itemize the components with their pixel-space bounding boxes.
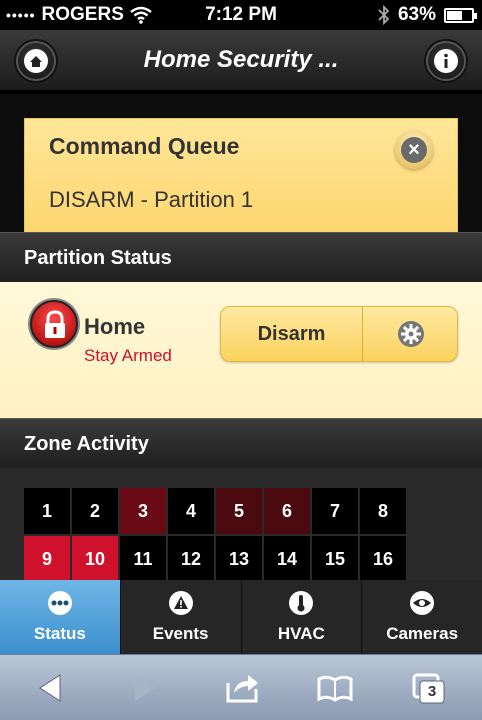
info-button[interactable] [426, 41, 466, 81]
zone-cell[interactable]: 5 [216, 488, 262, 534]
zone-cell[interactable]: 7 [312, 488, 358, 534]
partition-state: Stay Armed [84, 346, 172, 365]
tab-cameras-label: Cameras [386, 624, 459, 643]
battery-fill [447, 10, 463, 20]
app-header: Home Security ... [0, 30, 482, 92]
share-icon[interactable] [222, 669, 262, 707]
command-queue-title: Command Queue [49, 133, 240, 159]
zone-panel: 1 2 3 4 5 6 7 8 9 10 11 12 13 14 15 16 [0, 468, 482, 582]
tabs-count: 3 [427, 683, 437, 700]
partition-status-header: Partition Status [0, 232, 482, 282]
app-title: Home Security ... [143, 46, 339, 73]
close-icon: × [401, 137, 427, 163]
bookmarks-icon[interactable] [315, 669, 355, 707]
warning-icon [168, 591, 193, 615]
command-queue-panel: Command Queue DISARM - Partition 1 × [24, 118, 458, 234]
zone-cell[interactable]: 11 [120, 536, 166, 582]
tab-hvac[interactable]: HVAC [242, 580, 363, 654]
dots-icon [47, 591, 72, 615]
zone-cell[interactable]: 4 [168, 488, 214, 534]
thermometer-icon [289, 591, 314, 615]
browser-toolbar: 3 [0, 654, 482, 720]
partition-settings-button[interactable] [363, 307, 459, 361]
tab-events[interactable]: Events [121, 580, 242, 654]
home-icon [24, 49, 48, 73]
tab-cameras[interactable]: Cameras [362, 580, 482, 654]
zone-cell[interactable]: 16 [360, 536, 406, 582]
zone-grid: 1 2 3 4 5 6 7 8 9 10 11 12 13 14 15 16 [24, 488, 406, 582]
zone-cell[interactable]: 14 [264, 536, 310, 582]
tab-hvac-label: HVAC [277, 624, 325, 643]
battery-icon [444, 7, 477, 23]
zone-cell[interactable]: 13 [216, 536, 262, 582]
bluetooth-icon [378, 5, 390, 25]
zone-cell[interactable]: 10 [72, 536, 118, 582]
tab-status[interactable]: Status [0, 580, 121, 654]
disarm-button[interactable]: Disarm [221, 307, 363, 361]
zone-cell[interactable]: 3 [120, 488, 166, 534]
status-right: 63% [378, 4, 477, 26]
zone-cell[interactable]: 8 [360, 488, 406, 534]
zone-cell[interactable]: 15 [312, 536, 358, 582]
disarm-control: Disarm [220, 306, 458, 362]
ios-status-bar: ••••• ROGERS 7:12 PM 63% [0, 0, 482, 30]
zone-cell[interactable]: 2 [72, 488, 118, 534]
tab-bar: Status Events HVAC Cameras [0, 580, 482, 654]
tab-status-label: Status [33, 624, 86, 643]
zone-cell[interactable]: 1 [24, 488, 70, 534]
home-button[interactable] [16, 41, 56, 81]
zone-cell[interactable]: 9 [24, 536, 70, 582]
battery-percent: 63% [397, 4, 436, 25]
forward-arrow-icon[interactable] [125, 669, 165, 707]
tab-events-label: Events [152, 624, 209, 643]
lock-icon [30, 300, 78, 348]
zone-cell[interactable]: 12 [168, 536, 214, 582]
partition-card: Home Stay Armed Disarm [0, 282, 482, 418]
command-queue-item: DISARM - Partition 1 [49, 187, 254, 212]
close-queue-button[interactable]: × [395, 131, 433, 169]
zone-cell[interactable]: 6 [264, 488, 310, 534]
partition-name: Home [84, 314, 146, 339]
tabs-button[interactable]: 3 [410, 669, 450, 707]
info-icon [434, 49, 458, 73]
zone-activity-header: Zone Activity [0, 418, 482, 468]
back-arrow-icon[interactable] [30, 669, 70, 707]
eye-icon [410, 591, 435, 615]
gear-icon [398, 321, 424, 347]
